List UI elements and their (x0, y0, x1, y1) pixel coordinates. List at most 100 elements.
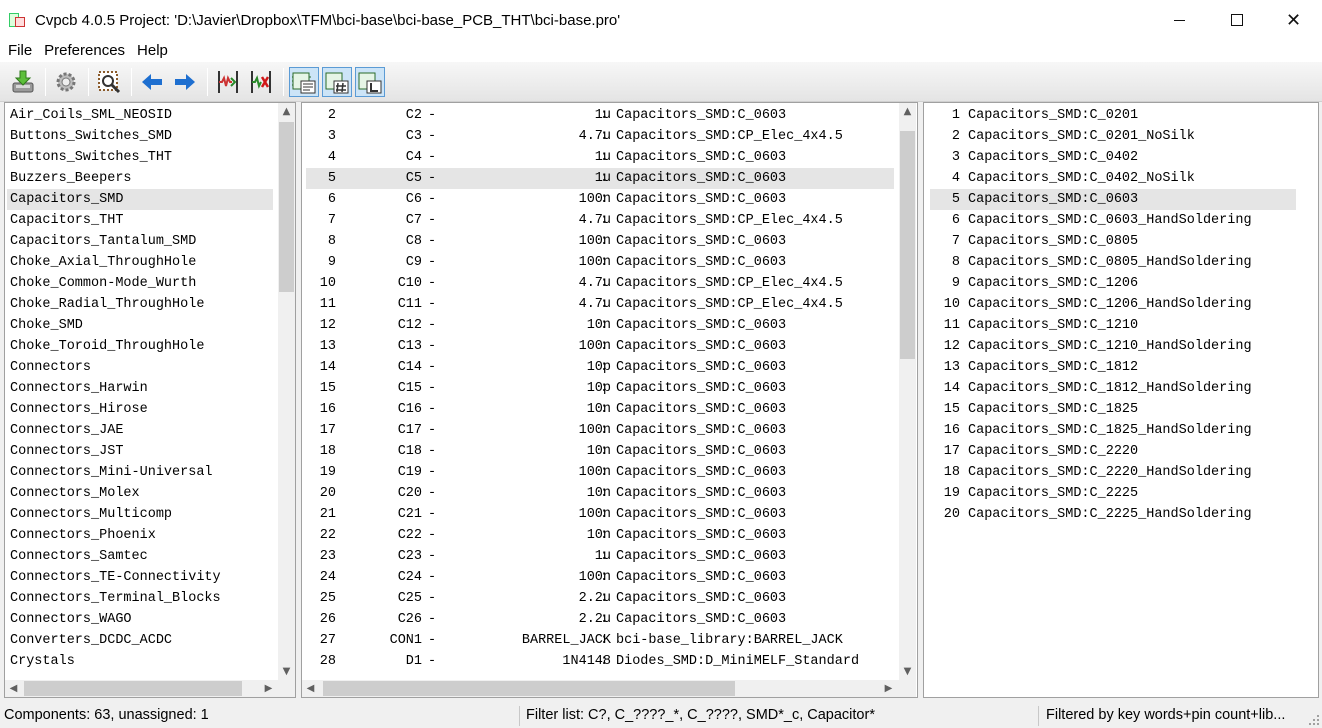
library-item[interactable]: Buttons_Switches_THT (7, 147, 273, 168)
footprint-row[interactable]: 20 Capacitors_SMD:C_2225_HandSoldering (930, 504, 1296, 525)
previous-unassigned-button[interactable] (137, 67, 167, 97)
component-row[interactable]: 6 C6-100n: Capacitors_SMD:C_0603 (306, 189, 894, 210)
library-item[interactable]: Capacitors_Tantalum_SMD (7, 231, 273, 252)
library-list-hscrollbar[interactable]: ◀ ▶ (5, 680, 278, 697)
library-item[interactable]: Connectors_JST (7, 441, 273, 462)
component-row[interactable]: 17 C17-100n: Capacitors_SMD:C_0603 (306, 420, 894, 441)
save-netlist-button[interactable] (8, 67, 38, 97)
menu-preferences[interactable]: Preferences (38, 41, 131, 61)
footprint-row[interactable]: 7 Capacitors_SMD:C_0805 (930, 231, 1296, 252)
component-row[interactable]: 13 C13-100n: Capacitors_SMD:C_0603 (306, 336, 894, 357)
library-item[interactable]: Connectors_Hirose (7, 399, 273, 420)
footprint-row[interactable]: 4 Capacitors_SMD:C_0402_NoSilk (930, 168, 1296, 189)
next-unassigned-button[interactable] (170, 67, 200, 97)
footprint-row[interactable]: 6 Capacitors_SMD:C_0603_HandSoldering (930, 210, 1296, 231)
footprint-row[interactable]: 16 Capacitors_SMD:C_1825_HandSoldering (930, 420, 1296, 441)
footprint-row[interactable]: 5 Capacitors_SMD:C_0603 (930, 189, 1296, 210)
filter-by-pin-count-toggle[interactable] (322, 66, 352, 97)
component-row[interactable]: 15 C15-10p: Capacitors_SMD:C_0603 (306, 378, 894, 399)
component-row[interactable]: 18 C18-10n: Capacitors_SMD:C_0603 (306, 441, 894, 462)
footprint-row[interactable]: 17 Capacitors_SMD:C_2220 (930, 441, 1296, 462)
component-row[interactable]: 20 C20-10n: Capacitors_SMD:C_0603 (306, 483, 894, 504)
library-item[interactable]: Connectors_JAE (7, 420, 273, 441)
library-list-vscrollbar[interactable]: ▲ ▼ (278, 103, 295, 680)
component-row[interactable]: 5 C5-1u: Capacitors_SMD:C_0603 (306, 168, 894, 189)
library-item[interactable]: Connectors_Terminal_Blocks (7, 588, 273, 609)
library-list-hscroll-thumb[interactable] (24, 681, 242, 696)
library-item[interactable]: Buttons_Switches_SMD (7, 126, 273, 147)
library-item[interactable]: Choke_SMD (7, 315, 273, 336)
minimize-button[interactable] (1151, 0, 1208, 40)
component-row[interactable]: 2 C2-1u: Capacitors_SMD:C_0603 (306, 105, 894, 126)
library-item[interactable]: Connectors_WAGO (7, 609, 273, 630)
component-row[interactable]: 24 C24-100n: Capacitors_SMD:C_0603 (306, 567, 894, 588)
component-list-vscrollbar[interactable]: ▲ ▼ (899, 103, 916, 680)
auto-associate-button[interactable] (213, 67, 243, 97)
library-item[interactable]: Capacitors_THT (7, 210, 273, 231)
library-item[interactable]: Choke_Common-Mode_Wurth (7, 273, 273, 294)
menu-help[interactable]: Help (131, 41, 174, 61)
library-item[interactable]: Air_Coils_SML_NEOSID (7, 105, 273, 126)
component-row[interactable]: 22 C22-10n: Capacitors_SMD:C_0603 (306, 525, 894, 546)
library-item[interactable]: Connectors_Molex (7, 483, 273, 504)
scroll-up-arrow-icon[interactable]: ▲ (278, 103, 295, 120)
component-list-hscroll-thumb[interactable] (323, 681, 735, 696)
component-row[interactable]: 3 C3-4.7u: Capacitors_SMD:CP_Elec_4x4.5 (306, 126, 894, 147)
library-item[interactable]: Buzzers_Beepers (7, 168, 273, 189)
library-item[interactable]: Capacitors_SMD (7, 189, 273, 210)
library-item[interactable]: Crystals (7, 651, 273, 672)
footprint-row[interactable]: 3 Capacitors_SMD:C_0402 (930, 147, 1296, 168)
component-row[interactable]: 26 C26-2.2u: Capacitors_SMD:C_0603 (306, 609, 894, 630)
footprint-row[interactable]: 9 Capacitors_SMD:C_1206 (930, 273, 1296, 294)
component-row[interactable]: 4 C4-1u: Capacitors_SMD:C_0603 (306, 147, 894, 168)
component-row[interactable]: 12 C12-10n: Capacitors_SMD:C_0603 (306, 315, 894, 336)
component-row[interactable]: 23 C23-1u: Capacitors_SMD:C_0603 (306, 546, 894, 567)
scroll-right-arrow-icon[interactable]: ▶ (880, 680, 897, 697)
library-item[interactable]: Choke_Toroid_ThroughHole (7, 336, 273, 357)
component-list-hscrollbar[interactable]: ◀ ▶ (302, 680, 899, 697)
library-item[interactable]: Connectors_Samtec (7, 546, 273, 567)
component-row[interactable]: 21 C21-100n: Capacitors_SMD:C_0603 (306, 504, 894, 525)
scroll-up-arrow-icon[interactable]: ▲ (899, 103, 916, 120)
library-item[interactable]: Connectors_Multicomp (7, 504, 273, 525)
resize-grip-icon[interactable] (1308, 714, 1320, 726)
library-item[interactable]: Connectors (7, 357, 273, 378)
library-item[interactable]: Converters_DCDC_ACDC (7, 630, 273, 651)
component-row[interactable]: 8 C8-100n: Capacitors_SMD:C_0603 (306, 231, 894, 252)
delete-associations-button[interactable] (246, 67, 276, 97)
scroll-left-arrow-icon[interactable]: ◀ (5, 680, 22, 697)
component-row[interactable]: 28 D1-1N4148: Diodes_SMD:D_MiniMELF_Standa… (306, 651, 894, 672)
footprint-row[interactable]: 15 Capacitors_SMD:C_1825 (930, 399, 1296, 420)
component-row[interactable]: 27 CON1- BARREL_JACK: bci-base_library:BARR… (306, 630, 894, 651)
library-list-vscroll-thumb[interactable] (279, 122, 294, 292)
footprint-row[interactable]: 2 Capacitors_SMD:C_0201_NoSilk (930, 126, 1296, 147)
footprint-row[interactable]: 14 Capacitors_SMD:C_1812_HandSoldering (930, 378, 1296, 399)
component-row[interactable]: 11 C11-4.7u: Capacitors_SMD:CP_Elec_4x4.5 (306, 294, 894, 315)
component-row[interactable]: 7 C7-4.7u: Capacitors_SMD:CP_Elec_4x4.5 (306, 210, 894, 231)
settings-button[interactable] (51, 67, 81, 97)
filter-by-keywords-toggle[interactable] (289, 66, 319, 97)
view-footprint-button[interactable] (94, 67, 124, 97)
component-row[interactable]: 25 C25-2.2u: Capacitors_SMD:C_0603 (306, 588, 894, 609)
library-item[interactable]: Connectors_Mini-Universal (7, 462, 273, 483)
scroll-down-arrow-icon[interactable]: ▼ (278, 663, 295, 680)
component-list-vscroll-thumb[interactable] (900, 131, 915, 359)
filter-by-library-toggle[interactable] (355, 66, 385, 97)
footprint-row[interactable]: 13 Capacitors_SMD:C_1812 (930, 357, 1296, 378)
footprint-row[interactable]: 11 Capacitors_SMD:C_1210 (930, 315, 1296, 336)
scroll-left-arrow-icon[interactable]: ◀ (302, 680, 319, 697)
scroll-down-arrow-icon[interactable]: ▼ (899, 663, 916, 680)
library-item[interactable]: Choke_Axial_ThroughHole (7, 252, 273, 273)
component-row[interactable]: 10 C10-4.7u: Capacitors_SMD:CP_Elec_4x4.5 (306, 273, 894, 294)
close-button[interactable]: ✕ (1265, 0, 1322, 40)
component-row[interactable]: 14 C14-10p: Capacitors_SMD:C_0603 (306, 357, 894, 378)
component-row[interactable]: 9 C9-100n: Capacitors_SMD:C_0603 (306, 252, 894, 273)
footprint-row[interactable]: 8 Capacitors_SMD:C_0805_HandSoldering (930, 252, 1296, 273)
library-item[interactable]: Connectors_Harwin (7, 378, 273, 399)
scroll-right-arrow-icon[interactable]: ▶ (260, 680, 277, 697)
footprint-row[interactable]: 19 Capacitors_SMD:C_2225 (930, 483, 1296, 504)
component-row[interactable]: 16 C16-10n: Capacitors_SMD:C_0603 (306, 399, 894, 420)
footprint-row[interactable]: 12 Capacitors_SMD:C_1210_HandSoldering (930, 336, 1296, 357)
library-item[interactable]: Choke_Radial_ThroughHole (7, 294, 273, 315)
library-item[interactable]: Connectors_Phoenix (7, 525, 273, 546)
